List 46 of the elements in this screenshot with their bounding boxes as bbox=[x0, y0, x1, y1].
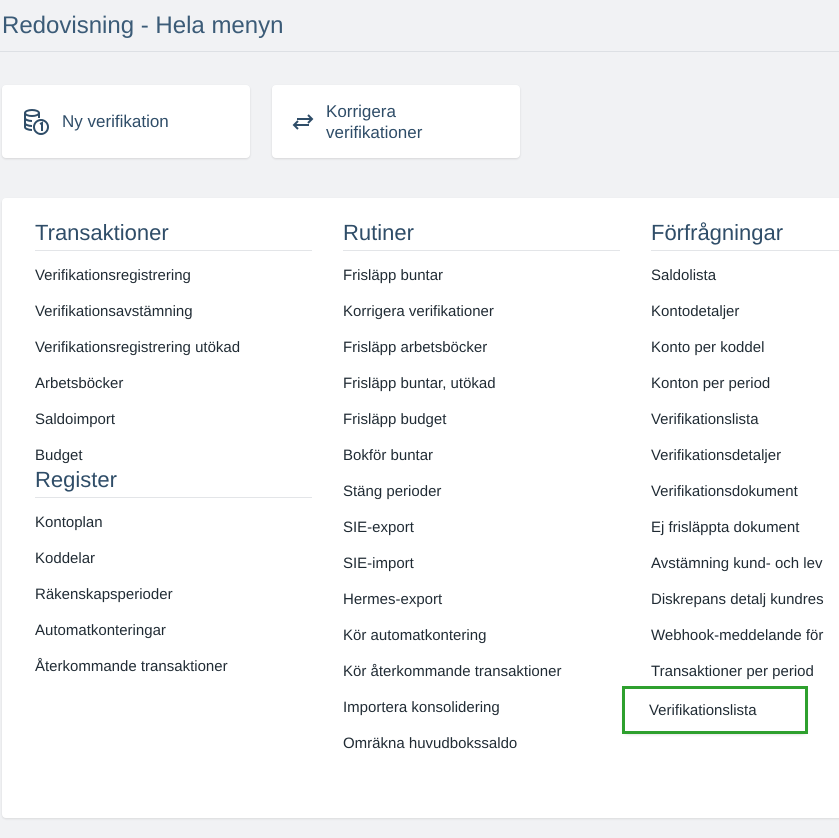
menu-link[interactable]: Verifikationsavstämning bbox=[35, 293, 193, 329]
menu-link[interactable]: Kontoplan bbox=[35, 504, 103, 540]
menu-link[interactable]: Verifikationslista bbox=[651, 401, 759, 437]
menu-link[interactable]: Räkenskapsperioder bbox=[35, 576, 173, 612]
menu-link[interactable]: SIE-import bbox=[343, 545, 414, 581]
menu-link[interactable]: Kontodetaljer bbox=[651, 293, 740, 329]
menu-link[interactable]: Hermes-export bbox=[343, 581, 442, 617]
menu-link[interactable]: Frisläpp buntar bbox=[343, 257, 444, 293]
section-heading: Förfrågningar bbox=[651, 220, 839, 251]
menu-link[interactable]: Omräkna huvudbokssaldo bbox=[343, 725, 518, 761]
menu-link[interactable]: Saldoimport bbox=[35, 401, 116, 437]
menu-link[interactable]: Stäng perioder bbox=[343, 473, 442, 509]
menu-link[interactable]: Kör återkommande transaktioner bbox=[343, 653, 562, 689]
menu-link[interactable]: Avstämning kund- och lev bbox=[651, 545, 822, 581]
menu-link[interactable]: Diskrepans detalj kundres bbox=[651, 581, 824, 617]
menu-link[interactable]: Verifikationslista bbox=[625, 689, 805, 731]
menu-link[interactable]: Bokför buntar bbox=[343, 437, 434, 473]
menu-link[interactable]: Importera konsolidering bbox=[343, 689, 500, 725]
menu-link[interactable]: Verifikationsregistrering utökad bbox=[35, 329, 240, 365]
menu-link[interactable]: Återkommande transaktioner bbox=[35, 648, 228, 684]
menu-link[interactable]: Frisläpp arbetsböcker bbox=[343, 329, 488, 365]
menu-link[interactable]: Arbetsböcker bbox=[35, 365, 124, 401]
menu-link[interactable]: Frisläpp budget bbox=[343, 401, 446, 437]
menu-link[interactable]: Kör automatkontering bbox=[343, 617, 486, 653]
menu-link[interactable]: Verifikationsregistrering bbox=[35, 257, 191, 293]
quick-action-button[interactable]: Korrigera verifikationer bbox=[272, 85, 520, 158]
menu-link[interactable]: Saldolista bbox=[651, 257, 716, 293]
menu-link[interactable]: SIE-export bbox=[343, 509, 414, 545]
menu-link[interactable]: Konton per period bbox=[651, 365, 770, 401]
menu-link[interactable]: Ej frisläppta dokument bbox=[651, 509, 800, 545]
menu-link[interactable]: Korrigera verifikationer bbox=[343, 293, 494, 329]
section-heading: Transaktioner bbox=[35, 220, 312, 251]
swap-arrows-icon bbox=[292, 114, 314, 130]
menu-link[interactable]: Webhook-meddelande för bbox=[651, 617, 824, 653]
menu-link[interactable]: Transaktioner per period bbox=[651, 653, 814, 689]
menu-link[interactable]: Automatkonteringar bbox=[35, 612, 166, 648]
quick-action-button[interactable]: Ny verifikation bbox=[2, 85, 250, 158]
menu-link[interactable]: Konto per koddel bbox=[651, 329, 764, 365]
menu-link[interactable]: Verifikationsdokument bbox=[651, 473, 798, 509]
section-heading: Register bbox=[35, 467, 312, 498]
menu-link[interactable]: Frisläpp buntar, utökad bbox=[343, 365, 496, 401]
menu-link[interactable]: Verifikationsdetaljer bbox=[651, 437, 782, 473]
page-title: Redovisning - Hela menyn bbox=[2, 12, 284, 40]
section-heading: Rutiner bbox=[343, 220, 620, 251]
menu-link[interactable]: Koddelar bbox=[35, 540, 96, 576]
coins-icon bbox=[22, 108, 50, 136]
